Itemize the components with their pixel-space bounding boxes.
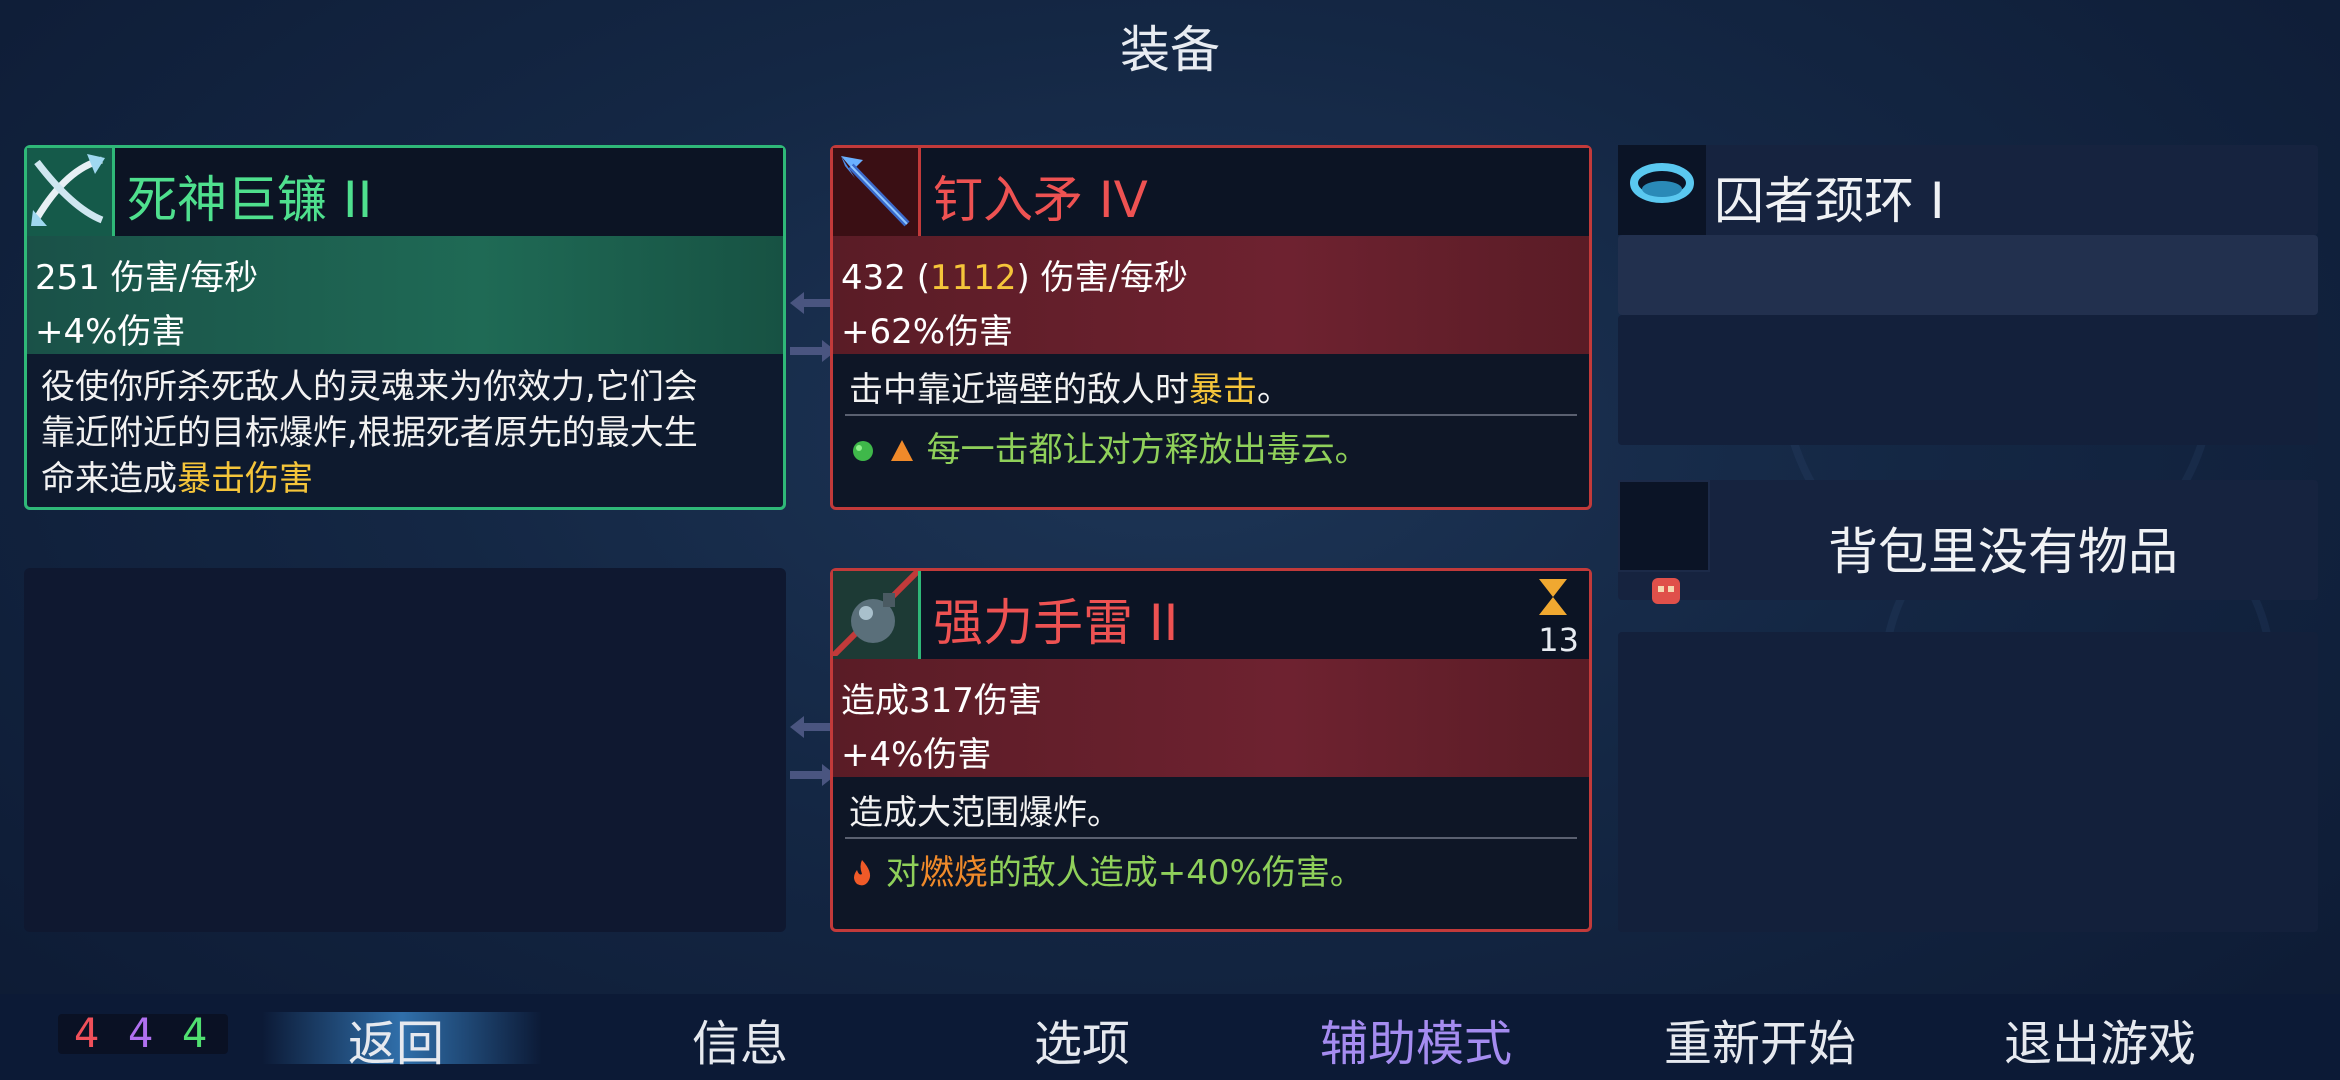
description-divider	[845, 837, 1577, 839]
brutality-icon	[890, 440, 913, 461]
weapon-name: 钉入矛 IV	[933, 171, 1148, 229]
skill-desc-text: 造成大范围爆炸。	[849, 793, 1121, 833]
desc-line: 靠近附近的目标爆炸,根据死者原先的最大生	[41, 413, 698, 453]
brutality-stat: 4	[74, 1011, 100, 1057]
weapon-bonus: +62%伤害	[841, 312, 1014, 352]
info-button[interactable]: 信息	[692, 1004, 788, 1074]
tactics-stat: 4	[128, 1011, 154, 1057]
amulet-icon	[1618, 145, 1706, 235]
page-title: 装备	[1120, 21, 1220, 79]
grenade-icon	[830, 568, 921, 659]
weapon-slot-2[interactable]: 钉入矛 IV 432 (1112) 伤害/每秒 +62%伤害 击中靠近墙壁的敌人…	[830, 145, 1592, 510]
quit-game-button[interactable]: 退出游戏	[2004, 1004, 2196, 1074]
backpack-empty-label: 背包里没有物品	[1828, 523, 2178, 581]
weapon-affix: 每一击都让对方释放出毒云。	[849, 426, 1575, 474]
skill-cooldown: 13	[1538, 621, 1579, 659]
restart-button[interactable]: 重新开始	[1664, 1004, 1856, 1074]
survival-stat: 4	[182, 1011, 208, 1057]
skill-bonus: +4%伤害	[841, 735, 992, 775]
skill-slot-1[interactable]: 强力手雷 II 13 造成317伤害 +4%伤害 造成大范围爆炸。 对燃烧的敌人…	[830, 568, 1592, 932]
assist-mode-button[interactable]: 辅助模式	[1320, 1004, 1512, 1074]
weapon-stats: 432 (1112) 伤害/每秒 +62%伤害	[833, 236, 1589, 354]
weapon-dps: 432 (1112) 伤害/每秒	[841, 258, 1189, 298]
burning-keyword: 燃烧	[919, 853, 988, 893]
desc-line: 役使你所杀死敌人的灵魂来为你效力,它们会	[41, 367, 698, 407]
weapon-header: 死神巨镰 II	[27, 148, 783, 236]
skill-stats: 造成317伤害 +4%伤害	[833, 659, 1589, 777]
skill-damage: 造成317伤害	[841, 681, 1042, 721]
crit-dps: 1112	[929, 258, 1017, 298]
weapon-name: 死神巨镰 II	[127, 171, 373, 229]
empty-skill-slot[interactable]	[24, 568, 786, 932]
crit-damage-keyword: 暴击伤害	[177, 459, 313, 499]
scroll-stats: 4 4 4	[58, 1014, 228, 1054]
skill-name: 强力手雷 II	[933, 594, 1179, 652]
poison-icon	[853, 441, 873, 461]
skill-header: 强力手雷 II 13	[830, 568, 1589, 659]
scythe-icon	[27, 148, 115, 236]
desc-line: 命来造成暴击伤害	[41, 459, 313, 499]
crit-keyword: 暴击	[1189, 370, 1257, 410]
weapon-header: 钉入矛 IV	[833, 148, 1589, 236]
weapon-dps: 251 伤害/每秒	[35, 258, 259, 298]
fire-icon	[854, 860, 871, 886]
weapon-stats: 251 伤害/每秒 +4%伤害	[27, 236, 783, 354]
inventory-area	[1618, 632, 2318, 932]
weapon-description: 击中靠近墙壁的敌人时暴击。 每一击都让对方释放出毒云。	[833, 354, 1589, 507]
skill-affix: 对燃烧的敌人造成+40%伤害。	[849, 849, 1575, 897]
skill-description: 造成大范围爆炸。 对燃烧的敌人造成+40%伤害。	[833, 777, 1589, 929]
weapon-description: 役使你所杀死敌人的灵魂来为你效力,它们会 靠近附近的目标爆炸,根据死者原先的最大…	[27, 354, 783, 507]
backpack-slot[interactable]: 背包里没有物品	[1618, 480, 2318, 604]
description-divider	[845, 414, 1577, 416]
amulet-description	[1618, 315, 2318, 445]
amulet-slot[interactable]: 囚者颈环 I	[1618, 145, 2318, 235]
weapon-bonus: +4%伤害	[35, 312, 186, 352]
skull-icon	[1652, 578, 1680, 604]
backpack-icon	[1618, 480, 1710, 572]
back-button[interactable]: 返回	[348, 1004, 444, 1074]
amulet-name: 囚者颈环 I	[1714, 172, 1945, 230]
options-button[interactable]: 选项	[1034, 1004, 1130, 1074]
weapon-slot-1[interactable]: 死神巨镰 II 251 伤害/每秒 +4%伤害 役使你所杀死敌人的灵魂来为你效力…	[24, 145, 786, 510]
hourglass-icon	[1539, 579, 1567, 615]
spear-icon	[833, 148, 921, 236]
amulet-stats-bar	[1618, 235, 2318, 315]
